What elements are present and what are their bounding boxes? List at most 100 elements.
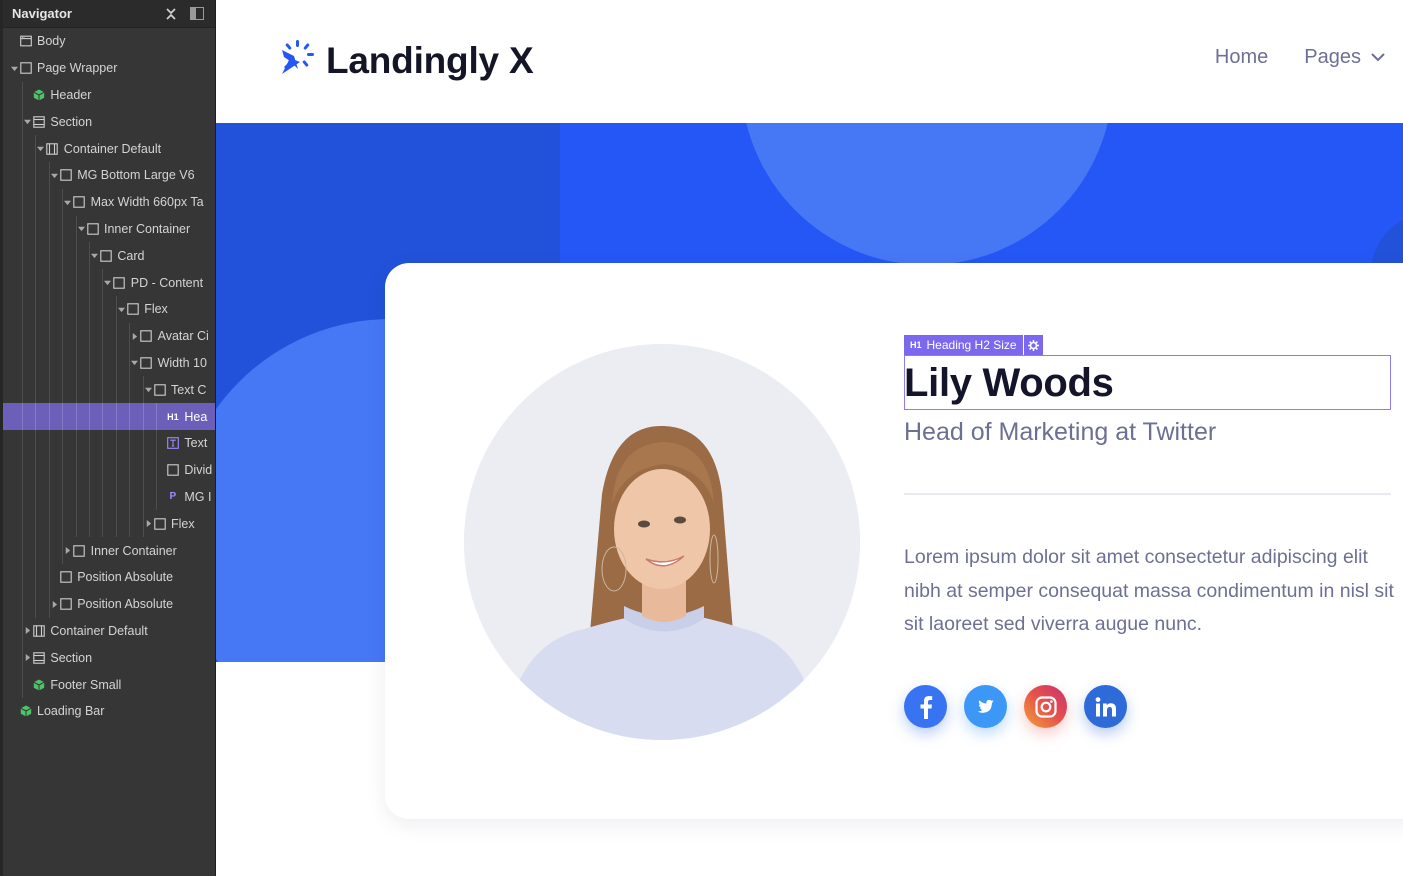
navigator-item[interactable]: P MG I — [3, 483, 215, 511]
navigator-item[interactable]: Section — [3, 644, 215, 672]
tree-guide-line — [102, 403, 104, 430]
navigator-item[interactable]: Position Absolute — [3, 563, 215, 591]
navigator-item[interactable]: Header — [3, 81, 215, 109]
logo[interactable]: Landingly X — [278, 38, 534, 83]
tree-guide-line — [115, 376, 117, 404]
site-nav: Home Pages — [1215, 46, 1385, 69]
navigator-item[interactable]: Text — [3, 429, 215, 457]
navigator-item[interactable]: Avatar Ci — [3, 322, 215, 350]
profile-name-heading[interactable]: Lily Woods — [904, 361, 1114, 406]
tree-guide-line — [156, 429, 157, 457]
section-icon — [32, 651, 45, 664]
tree-guide-line — [89, 269, 90, 296]
caret-down-icon[interactable] — [76, 224, 86, 234]
tree-guide-line — [115, 456, 117, 484]
tree-guide-line — [35, 242, 37, 270]
box-icon — [166, 464, 179, 477]
caret-right-icon[interactable] — [49, 599, 59, 609]
navigator-item-label: Section — [50, 114, 93, 129]
caret-right-icon[interactable] — [22, 626, 32, 636]
navigator-item[interactable]: Flex — [3, 510, 215, 538]
tree-guide-line — [22, 590, 23, 618]
navigator-item[interactable]: Section — [3, 108, 215, 136]
caret-down-icon[interactable] — [49, 170, 59, 180]
navigator-item[interactable]: Card — [3, 242, 215, 270]
navigator-item[interactable]: Inner Container — [3, 215, 215, 243]
navigator-item[interactable]: Divid — [3, 456, 215, 484]
close-icon[interactable] — [163, 6, 179, 22]
navigator-item-label: Card — [117, 248, 145, 263]
dock-panel-icon[interactable] — [189, 6, 205, 22]
linkedin-link[interactable] — [1084, 685, 1127, 728]
tree-guide-line — [22, 510, 23, 538]
tree-guide-line — [22, 429, 23, 457]
twitter-link[interactable] — [964, 685, 1007, 728]
caret-down-icon[interactable] — [36, 144, 46, 154]
tree-guide-line — [62, 429, 64, 457]
navigator-item[interactable]: MG Bottom Large V6 — [3, 161, 215, 189]
facebook-icon — [920, 695, 932, 719]
nav-dropdown-pages[interactable]: Pages — [1304, 46, 1385, 69]
navigator-item[interactable]: Body — [3, 28, 215, 55]
heading-icon: H1 — [167, 411, 179, 422]
tree-guide-line — [22, 456, 23, 484]
tree-guide-line — [142, 483, 144, 511]
caret-down-icon[interactable] — [143, 385, 153, 395]
facebook-link[interactable] — [904, 685, 947, 728]
caret-down-icon[interactable] — [22, 117, 32, 127]
box-icon — [153, 517, 166, 530]
caret-down-icon[interactable] — [9, 63, 19, 73]
navigator-item-label: MG Bottom Large V6 — [77, 168, 195, 183]
navigator-item[interactable]: Max Width 660px Ta — [3, 188, 215, 216]
navigator-item-label: Loading Bar — [37, 704, 105, 719]
caret-down-icon[interactable] — [63, 197, 73, 207]
instagram-link[interactable] — [1024, 685, 1067, 728]
caret-right-icon[interactable] — [63, 546, 73, 556]
navigator-item[interactable]: Width 10 — [3, 349, 215, 377]
caret-right-icon[interactable] — [143, 519, 153, 529]
navigator-item[interactable]: PD - Content — [3, 269, 215, 296]
navigator-item[interactable]: Loading Bar — [3, 698, 215, 725]
tree-guide-line — [129, 510, 131, 538]
caret-down-icon[interactable] — [103, 278, 113, 288]
navigator-item-label: Divid — [184, 463, 213, 478]
navigator-item[interactable]: Container Default — [3, 617, 215, 645]
tree-guide-line — [35, 161, 37, 189]
navigator-item-label: Inner Container — [90, 543, 177, 558]
tree-guide-line — [48, 161, 50, 189]
navigator-item-label: Footer Small — [50, 677, 122, 692]
navigator-item[interactable]: Page Wrapper — [3, 55, 215, 82]
caret-right-icon[interactable] — [130, 331, 140, 341]
navigator-item[interactable]: Inner Container — [3, 537, 215, 564]
box-icon — [113, 276, 126, 289]
tree-guide-line — [62, 215, 64, 243]
navigator-item[interactable]: Container Default — [3, 135, 215, 162]
navigator-item[interactable]: H1 Hea — [3, 403, 215, 430]
box-icon — [126, 303, 139, 316]
tree-guide-line — [22, 135, 23, 162]
tree-guide-line — [75, 322, 77, 350]
caret-right-icon[interactable] — [22, 653, 32, 663]
navigator-item-label: Hea — [184, 409, 208, 424]
tree-guide-line — [35, 483, 37, 511]
navigator-item[interactable]: Footer Small — [3, 671, 215, 698]
caret-down-icon[interactable] — [116, 304, 126, 314]
tree-guide-line — [48, 483, 50, 511]
navigator-item[interactable]: Text C — [3, 376, 215, 404]
tree-guide-line — [142, 456, 144, 484]
navigator-item[interactable]: Position Absolute — [3, 590, 215, 618]
selection-tag[interactable]: H1 Heading H2 Size — [904, 335, 1043, 355]
tree-guide-line — [89, 510, 90, 538]
caret-down-icon[interactable] — [89, 251, 99, 261]
tree-guide-line — [75, 269, 77, 296]
box-icon — [153, 383, 166, 396]
caret-spacer — [156, 465, 166, 475]
navigator-item[interactable]: Flex — [3, 295, 215, 323]
caret-down-icon[interactable] — [130, 358, 140, 368]
tree-guide-line — [22, 671, 23, 698]
tree-guide-line — [129, 429, 131, 457]
navigator-item-label: Container Default — [50, 623, 148, 638]
gear-icon[interactable] — [1023, 335, 1043, 355]
nav-link-home[interactable]: Home — [1215, 46, 1268, 69]
tree-guide-line — [62, 456, 64, 484]
